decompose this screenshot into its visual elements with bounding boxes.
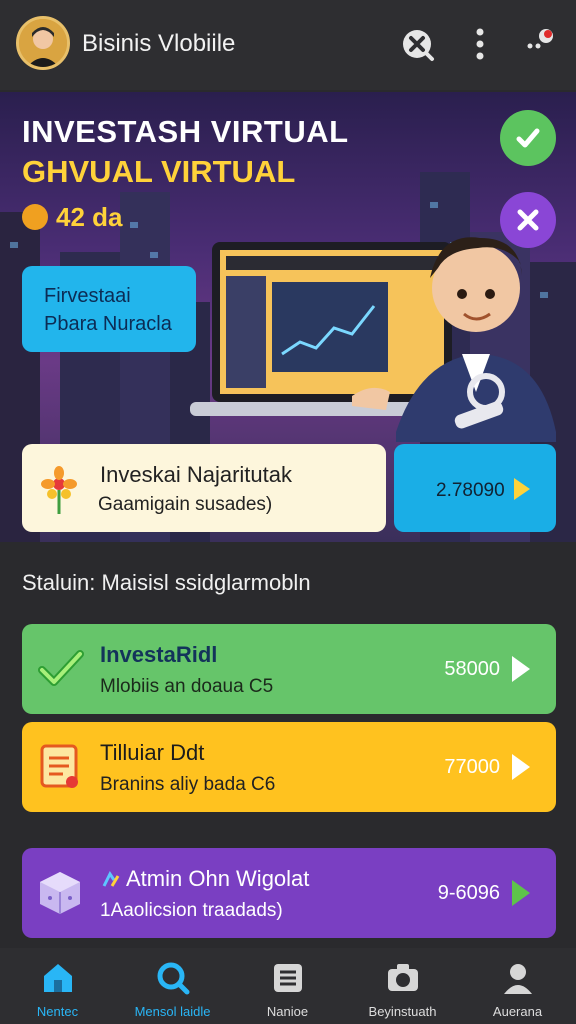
nav-label: Beyinstuath xyxy=(368,1004,437,1019)
status-text: Staluin: Maisisl ssidglarmobln xyxy=(22,570,311,595)
chevron-right-icon xyxy=(512,754,530,780)
summary-value: 2.78090 xyxy=(436,480,505,501)
row-subtitle: Mlobiis an doaua C5 xyxy=(100,676,274,697)
flower-icon xyxy=(41,466,77,514)
confirm-button[interactable] xyxy=(500,110,556,166)
nav-camera[interactable]: Beyinstuath xyxy=(345,948,460,1024)
nav-home[interactable]: Nentec xyxy=(0,948,115,1024)
bottom-navigation: Nentec Mensol laidle Nanioe Beyinstuath … xyxy=(0,948,576,1024)
summary-title: Inveskai Najaritutak xyxy=(100,462,292,487)
coin-balance: 42 da xyxy=(56,202,123,232)
search-icon xyxy=(157,962,190,995)
chevron-right-icon xyxy=(512,656,530,682)
invest-info-card[interactable]: Firvestaai Pbara Nuracla xyxy=(22,266,196,352)
nav-profile[interactable]: Auerana xyxy=(460,948,575,1024)
notification-icon[interactable] xyxy=(524,24,560,64)
row-subtitle: Branins aliy bada C6 xyxy=(100,774,276,795)
checkmark-icon xyxy=(516,128,540,148)
document-icon xyxy=(40,744,78,788)
chevron-right-icon xyxy=(512,880,530,906)
nav-label: Nanioe xyxy=(266,1004,309,1019)
row-title: InvestaRidl xyxy=(100,642,218,667)
list-icon xyxy=(274,964,302,992)
list-item[interactable]: Tilluiar Ddt Branins aliy bada C6 77000 xyxy=(22,722,556,812)
nav-label: Mensol laidle xyxy=(134,1004,211,1019)
close-button[interactable] xyxy=(500,192,556,248)
summary-subtitle: Gaamigain susades) xyxy=(98,494,273,515)
app-header: Bisinis Vlobiile xyxy=(0,0,576,90)
summary-value-button[interactable]: 2.78090 xyxy=(394,444,556,532)
coin-icon xyxy=(22,204,48,230)
invest-card-line2: Pbara Nuracla xyxy=(44,313,172,335)
nav-label: Nentec xyxy=(36,1004,79,1019)
list-item[interactable]: InvestaRidl Mlobiis an doaua C5 58000 xyxy=(22,624,556,714)
avatar[interactable] xyxy=(16,16,70,70)
row-value: 58000 xyxy=(444,658,500,680)
row-subtitle: 1Aaolicsion traadads) xyxy=(100,900,283,921)
nav-search[interactable]: Mensol laidle xyxy=(115,948,230,1024)
sparkle-icon xyxy=(102,871,120,887)
more-vertical-icon[interactable] xyxy=(462,24,498,64)
search-icon[interactable] xyxy=(400,24,436,64)
row-title: Atmin Ohn Wigolat xyxy=(126,866,310,891)
home-icon xyxy=(44,964,72,992)
row-value: 77000 xyxy=(444,756,500,778)
cube-icon xyxy=(40,872,80,914)
app-title: Bisinis Vlobiile xyxy=(82,30,236,57)
row-title: Tilluiar Ddt xyxy=(100,740,205,765)
camera-icon xyxy=(388,964,418,991)
user-icon xyxy=(504,964,532,994)
row-value: 9-6096 xyxy=(437,882,500,904)
nav-label: Auerana xyxy=(492,1004,543,1019)
hero-title-line1: INVESTASH VIRTUAL xyxy=(22,114,349,149)
close-icon xyxy=(517,209,539,231)
summary-card[interactable]: Inveskai Najaritutak Gaamigain susades) xyxy=(22,444,386,532)
nav-list[interactable]: Nanioe xyxy=(230,948,345,1024)
play-arrow-icon xyxy=(514,478,530,500)
checkmark-icon xyxy=(38,650,84,686)
invest-card-line1: Firvestaai xyxy=(44,285,131,307)
list-item[interactable]: Atmin Ohn Wigolat 1Aaolicsion traadads) … xyxy=(22,848,556,938)
hero-title-line2: GHVUAL VIRTUAL xyxy=(22,154,296,189)
